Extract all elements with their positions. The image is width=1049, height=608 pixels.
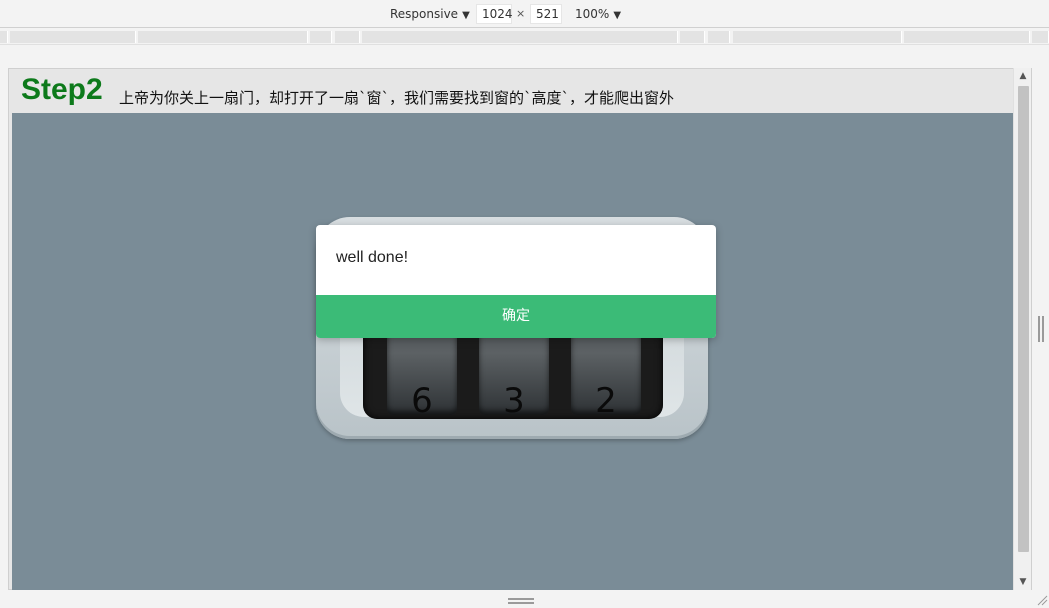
page-header: Step2 上帝为你关上一扇门，却打开了一扇`窗`，我们需要找到窗的`高度`，才… <box>9 69 1013 113</box>
media-query-ruler <box>0 29 1049 45</box>
ruler-segment[interactable] <box>904 31 1030 43</box>
ruler-segment[interactable] <box>310 31 332 43</box>
ruler-segment[interactable] <box>680 31 705 43</box>
dial-digit: 6 <box>411 381 433 419</box>
ruler-segment[interactable] <box>10 31 136 43</box>
vertical-scrollbar[interactable]: ▲ ▼ <box>1013 68 1031 590</box>
confirm-button[interactable]: 确定 <box>316 295 716 338</box>
chevron-down-icon: ▼ <box>462 10 470 21</box>
ruler-segment[interactable] <box>1032 31 1049 43</box>
resize-corner-icon[interactable] <box>1036 594 1048 606</box>
dial-digit: 2 <box>595 381 617 419</box>
scroll-down-icon[interactable]: ▼ <box>1014 574 1032 590</box>
ruler-segment[interactable] <box>362 31 678 43</box>
emulated-viewport: Step2 上帝为你关上一扇门，却打开了一扇`窗`，我们需要找到窗的`高度`，才… <box>8 68 1032 590</box>
ruler-segment[interactable] <box>138 31 308 43</box>
viewport-width-input[interactable]: 1024 <box>476 4 513 24</box>
ruler-segment[interactable] <box>708 31 730 43</box>
step-title: Step2 <box>21 73 103 106</box>
device-toolbar: Responsive ▼ 1024 × 521 100% ▼ <box>0 0 1049 28</box>
viewport-height-input[interactable]: 521 <box>530 4 562 24</box>
ruler-segment[interactable] <box>0 31 8 43</box>
dial-digit: 3 <box>503 381 525 419</box>
resize-handle-bottom[interactable] <box>508 598 534 604</box>
zoom-select[interactable]: 100% ▼ <box>575 7 621 21</box>
chevron-down-icon: ▼ <box>613 10 622 21</box>
zoom-label: 100% <box>575 7 610 21</box>
device-label: Responsive <box>390 7 459 21</box>
game-stage: 6 3 2 well done! 确定 <box>12 113 1013 590</box>
times-icon: × <box>516 7 526 20</box>
resize-handle-right[interactable] <box>1038 316 1044 342</box>
scroll-thumb[interactable] <box>1018 86 1029 552</box>
scroll-up-icon[interactable]: ▲ <box>1014 68 1032 84</box>
alert-dialog: well done! 确定 <box>316 225 716 338</box>
dialog-message: well done! <box>336 249 409 266</box>
step-description: 上帝为你关上一扇门，却打开了一扇`窗`，我们需要找到窗的`高度`，才能爬出窗外 <box>119 89 675 107</box>
ruler-segment[interactable] <box>335 31 360 43</box>
ruler-segment[interactable] <box>733 31 902 43</box>
device-select[interactable]: Responsive ▼ <box>390 7 470 21</box>
